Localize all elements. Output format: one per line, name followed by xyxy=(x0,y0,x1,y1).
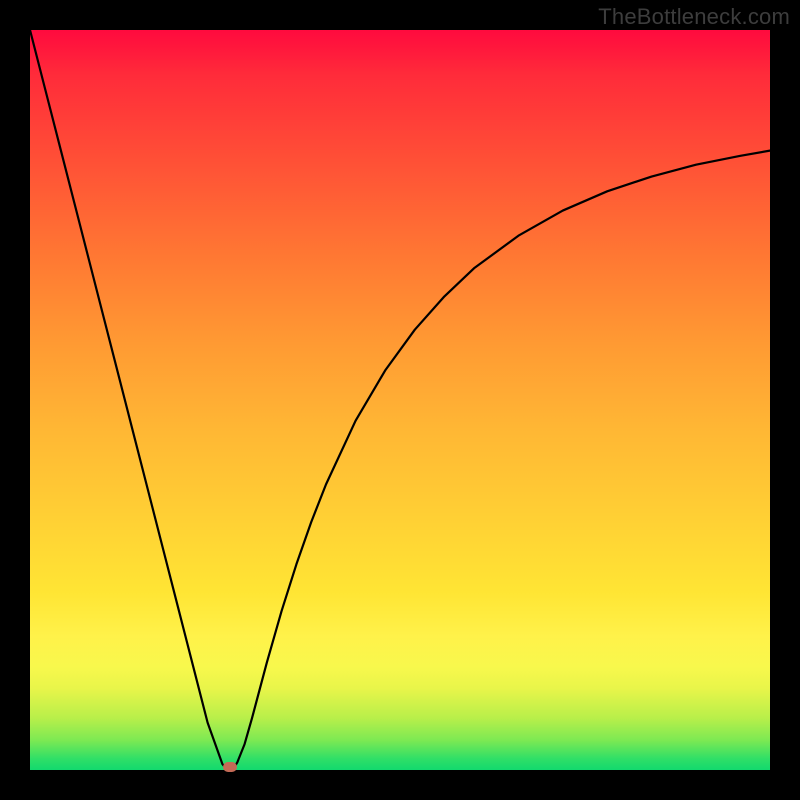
bottleneck-curve xyxy=(30,30,770,770)
chart-frame: TheBottleneck.com xyxy=(0,0,800,800)
min-point-marker xyxy=(223,762,237,772)
plot-area xyxy=(30,30,770,770)
watermark-text: TheBottleneck.com xyxy=(598,4,790,30)
